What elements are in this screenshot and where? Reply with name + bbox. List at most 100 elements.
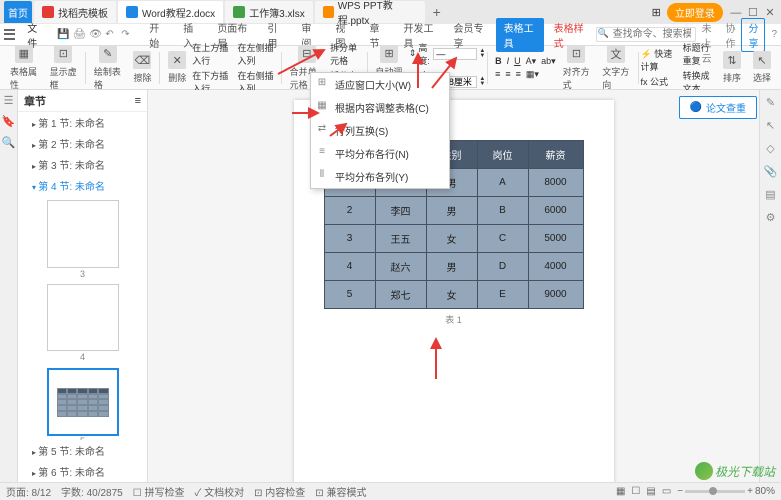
help-icon[interactable]: ? (771, 29, 777, 40)
table-cell[interactable]: 8000 (528, 169, 583, 197)
draw-table-button[interactable]: ✎绘制表格 (88, 45, 128, 91)
table-cell[interactable]: 女 (426, 225, 477, 253)
table-cell[interactable]: 李四 (375, 197, 426, 225)
search-input[interactable] (596, 27, 696, 42)
table-cell[interactable]: 男 (426, 253, 477, 281)
page-status[interactable]: 页面: 8/12 (6, 484, 51, 499)
table-cell[interactable]: 4 (324, 253, 375, 281)
insert-col-left[interactable]: 在左侧插入列 (238, 41, 279, 67)
clip-pane-icon[interactable]: 📎 (764, 165, 778, 178)
view-read-icon[interactable]: ▭ (662, 486, 671, 497)
table-header[interactable]: 薪资 (528, 141, 583, 169)
table-row[interactable]: 5郑七女E9000 (324, 281, 583, 309)
section-3[interactable]: 第 3 节: 未命名 (18, 154, 147, 175)
table-cell[interactable]: 4000 (528, 253, 583, 281)
settings-pane-icon[interactable]: ⚙ (766, 211, 776, 224)
height-input[interactable] (433, 48, 477, 60)
select-pane-icon[interactable]: ↖ (766, 119, 775, 132)
fast-calc-button[interactable]: ⚡ 快速计算 (641, 47, 679, 73)
table-cell[interactable]: A (477, 169, 528, 197)
table-cell[interactable]: E (477, 281, 528, 309)
align-left-icon[interactable]: ≡ (494, 69, 501, 80)
compat-mode[interactable]: ⊡ 兼容模式 (315, 484, 366, 499)
coop-button[interactable]: 协作 (725, 20, 735, 50)
content-check[interactable]: ⊡ 内容检查 (254, 484, 305, 499)
align-center-icon[interactable]: ≡ (504, 69, 511, 80)
show-gridlines-button[interactable]: ⊡显示虚框 (44, 45, 84, 91)
page-thumb-5[interactable]: 5 (47, 368, 119, 436)
search-nav-icon[interactable]: 🔍 (2, 136, 16, 149)
menu-table-tools[interactable]: 表格工具 (496, 18, 544, 52)
word-count[interactable]: 字数: 40/2875 (61, 484, 123, 499)
shapes-pane-icon[interactable]: ◇ (766, 142, 774, 155)
borders-button[interactable]: ▦▾ (525, 69, 540, 80)
zoom-value[interactable]: 80% (755, 486, 775, 497)
delete-button[interactable]: ✕删除 (162, 51, 192, 84)
table-props-button[interactable]: ▦表格属性 (4, 45, 44, 91)
zoom-out[interactable]: − (677, 486, 683, 497)
table-cell[interactable]: D (477, 253, 528, 281)
underline-button[interactable]: U (513, 56, 522, 67)
table-cell[interactable]: C (477, 225, 528, 253)
section-5[interactable]: 第 5 节: 未命名 (18, 440, 147, 461)
font-color-button[interactable]: A▾ (525, 56, 538, 67)
align-right-icon[interactable]: ≡ (515, 69, 522, 80)
section-2[interactable]: 第 2 节: 未命名 (18, 133, 147, 154)
page-thumb-4[interactable]: 4 (47, 284, 119, 352)
table-cell[interactable]: 王五 (375, 225, 426, 253)
select-button[interactable]: ↖选择 (747, 51, 777, 84)
table-header[interactable]: 岗位 (477, 141, 528, 169)
table-row[interactable]: 2李四男B6000 (324, 197, 583, 225)
distribute-cols-item[interactable]: ⦀平均分布各列(Y) (311, 165, 449, 188)
doc-proof[interactable]: ✓ 文档校对 (195, 484, 245, 499)
view-web-icon[interactable]: ☐ (631, 486, 640, 497)
table-row[interactable]: 3王五女C5000 (324, 225, 583, 253)
italic-button[interactable]: I (506, 56, 511, 67)
bold-button[interactable]: B (494, 56, 503, 67)
section-4[interactable]: 第 4 节: 未命名 (18, 175, 147, 196)
command-search[interactable] (596, 27, 696, 42)
view-print-icon[interactable]: ▦ (616, 486, 625, 497)
hamburger-icon[interactable] (4, 28, 15, 42)
zoom-in[interactable]: + (747, 486, 753, 497)
zoom-slider[interactable] (685, 490, 745, 493)
table-cell[interactable]: 5000 (528, 225, 583, 253)
outline-icon[interactable]: ☰ (4, 94, 14, 107)
table-cell[interactable]: 男 (426, 197, 477, 225)
section-1[interactable]: 第 1 节: 未命名 (18, 112, 147, 133)
formula-button[interactable]: fx 公式 (641, 75, 679, 88)
layers-pane-icon[interactable]: ▤ (765, 188, 775, 201)
align-button[interactable]: ⊡对齐方式 (557, 45, 597, 91)
distribute-rows-item[interactable]: ≡平均分布各行(N) (311, 142, 449, 165)
highlight-button[interactable]: ab▾ (540, 56, 557, 67)
redo-icon[interactable]: ↷ (121, 29, 133, 41)
menu-start[interactable]: 开始 (141, 18, 173, 52)
repeat-header-button[interactable]: 标题行重复 (683, 41, 717, 67)
table-cell[interactable]: 3 (324, 225, 375, 253)
eraser-button[interactable]: ⌫擦除 (127, 51, 157, 84)
nav-menu-icon[interactable]: ≡ (135, 95, 141, 107)
table-cell[interactable]: 女 (426, 281, 477, 309)
table-row[interactable]: 4赵六男D4000 (324, 253, 583, 281)
insert-row-above[interactable]: 在上方插入行 (192, 41, 233, 67)
table-cell[interactable]: B (477, 197, 528, 225)
section-6[interactable]: 第 6 节: 未命名 (18, 461, 147, 482)
swap-rowcol-item[interactable]: ⇄行列互换(S) (311, 119, 449, 142)
fit-content-item[interactable]: ▦根据内容调整表格(C) (311, 96, 449, 119)
spell-check[interactable]: ☐ 拼写检查 (133, 484, 185, 499)
table-cell[interactable]: 6000 (528, 197, 583, 225)
preview-icon[interactable]: 👁 (89, 29, 101, 41)
table-cell[interactable]: 郑七 (375, 281, 426, 309)
share-button[interactable]: 分享 (741, 18, 765, 52)
fit-window-item[interactable]: ⊞适应窗口大小(W) (311, 73, 449, 96)
table-cell[interactable]: 5 (324, 281, 375, 309)
sort-button[interactable]: ⇅排序 (717, 51, 747, 84)
save-icon[interactable]: 💾 (57, 29, 69, 41)
print-icon[interactable]: 🖨 (73, 29, 85, 41)
width-spinner[interactable]: ▲▼ (479, 77, 485, 87)
table-cell[interactable]: 赵六 (375, 253, 426, 281)
undo-icon[interactable]: ↶ (105, 29, 117, 41)
paper-check-button[interactable]: 🔵论文查重 (679, 96, 757, 119)
page-thumb-3[interactable]: 3 (47, 200, 119, 268)
table-cell[interactable]: 9000 (528, 281, 583, 309)
